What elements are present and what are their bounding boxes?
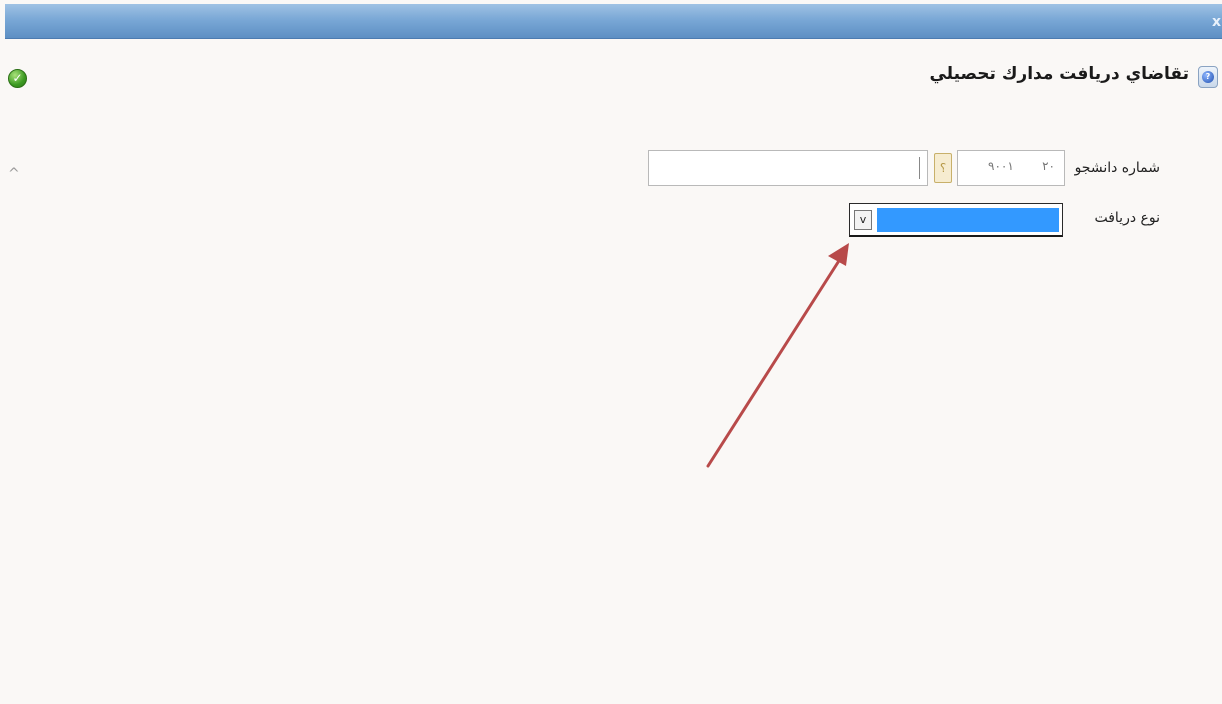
annotation-arrow (706, 243, 849, 468)
annotation-arrow-shaft (706, 254, 844, 468)
